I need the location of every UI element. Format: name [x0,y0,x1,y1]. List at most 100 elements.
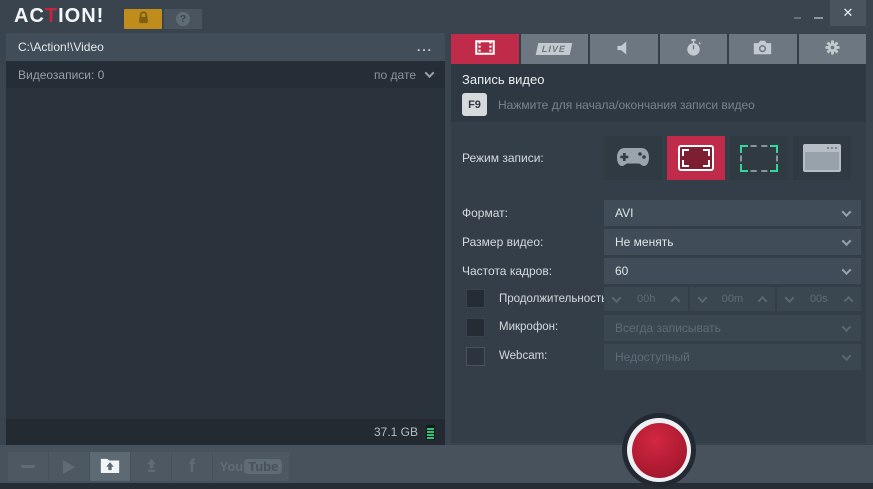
webcam-label: Webcam: [499,350,548,362]
microphone-label: Микрофон: [499,321,559,333]
increment-hours-button[interactable] [670,295,681,306]
tab-settings[interactable] [798,34,866,64]
mode-region-button[interactable] [730,136,788,180]
bottom-bar: f You Tube [0,445,873,483]
hours-value: 00h [636,293,656,305]
duration-label: Продолжительность: [499,293,611,305]
record-mode-label: Режим записи: [462,151,544,165]
speaker-icon [615,40,633,59]
microphone-value: Всегда записывать [615,321,721,335]
microphone-row: Микрофон: Всегда записывать [451,315,866,341]
tab-bar: LIVE [451,34,866,64]
recordings-list-header: Видеозаписи: 0 по дате [6,61,445,88]
folder-export-icon [100,457,120,477]
minus-icon [21,465,35,468]
increment-minutes-button[interactable] [757,295,768,306]
tab-video-recording[interactable] [451,34,519,64]
microphone-select[interactable]: Всегда записывать [604,315,861,341]
video-size-label: Размер видео: [462,235,544,249]
sort-label: по дате [374,67,416,82]
format-value: AVI [615,206,634,220]
seconds-spinner: 00s [776,287,861,311]
output-path: C:\Action!\Video [18,40,104,54]
recordings-count: Видеозаписи: 0 [18,67,105,82]
export-upload-button[interactable] [131,452,171,481]
framerate-value: 60 [615,264,629,278]
play-recording-button[interactable] [49,452,89,481]
play-icon [63,459,75,474]
logo-part: ION! [58,5,105,27]
minimize-button[interactable] [814,17,823,19]
recordings-list [6,88,445,419]
recordings-panel: C:\Action!\Video ... Видеозаписи: 0 по д… [6,33,445,445]
decrement-seconds-button[interactable] [784,292,795,303]
decrement-minutes-button[interactable] [697,292,708,303]
section-title: Запись видео [462,72,545,87]
chevron-down-icon [841,321,852,332]
delete-recording-button[interactable] [8,452,48,481]
format-row: Формат: AVI [451,200,866,226]
fullscreen-icon [678,145,714,171]
youtube-icon-badge: Tube [244,459,283,474]
webcam-row: Webcam: Недоступный [451,344,866,370]
video-size-value: Не менять [615,235,674,249]
hours-spinner: 00h [604,287,689,311]
framerate-select[interactable]: 60 [604,258,861,284]
format-select[interactable]: AVI [604,200,861,226]
webcam-select[interactable]: Недоступный [604,344,861,370]
bottom-toolbar: f You Tube [8,452,289,481]
logo-accent: T [44,5,59,27]
gamepad-icon [616,146,650,170]
browse-folder-button[interactable]: ... [417,40,433,54]
film-icon [475,40,495,58]
window-bottom-edge [0,483,873,489]
duration-spinners: 00h 00m 00s [604,287,861,311]
logo-part: AC [14,5,45,27]
gear-icon [824,39,841,59]
disk-gauge-icon [426,424,435,440]
tab-screenshots[interactable] [729,34,797,64]
youtube-upload-button[interactable]: You Tube [213,452,289,481]
facebook-icon: f [189,456,195,476]
tab-benchmark[interactable] [659,34,727,64]
duration-checkbox[interactable] [466,289,485,308]
mode-games-button[interactable] [604,136,662,180]
app-window-icon [803,144,841,172]
open-folder-button[interactable] [90,452,130,481]
mode-window-button[interactable] [793,136,851,180]
close-button[interactable]: ✕ [830,0,866,26]
decrement-hours-button[interactable] [611,292,622,303]
record-button-ring [627,418,691,482]
minutes-value: 00m [721,293,744,305]
chevron-down-icon [841,264,852,275]
sort-dropdown[interactable]: по дате [374,67,435,82]
video-size-select[interactable]: Не менять [604,229,861,255]
lock-icon [136,10,151,28]
free-space-label: 37.1 GB [373,425,418,439]
output-path-bar: C:\Action!\Video ... [6,33,445,61]
camera-icon [753,40,772,58]
tab-live-streaming[interactable]: LIVE [520,34,588,64]
unlock-button[interactable] [124,9,162,29]
chevron-down-icon [841,235,852,246]
seconds-value: 00s [809,293,828,305]
record-icon [631,422,687,478]
minimize-tray-button[interactable] [794,17,801,19]
tab-audio[interactable] [590,34,658,64]
webcam-checkbox[interactable] [466,347,485,366]
upload-icon [143,457,160,477]
app-logo: ACTION! [14,5,104,28]
increment-seconds-button[interactable] [843,295,854,306]
facebook-share-button[interactable]: f [172,452,212,481]
chevron-down-icon [424,68,435,79]
hotkey-hint: Нажмите для начала/окончания записи виде… [498,97,755,112]
mode-fullscreen-button[interactable] [667,136,725,180]
microphone-checkbox[interactable] [466,318,485,337]
stopwatch-icon [685,38,702,60]
hotkey-badge: F9 [462,93,487,116]
help-button[interactable]: ? [164,9,202,29]
record-button[interactable] [622,413,696,487]
framerate-label: Частота кадров: [462,264,553,278]
minutes-spinner: 00m [690,287,775,311]
live-icon: LIVE [535,43,573,55]
